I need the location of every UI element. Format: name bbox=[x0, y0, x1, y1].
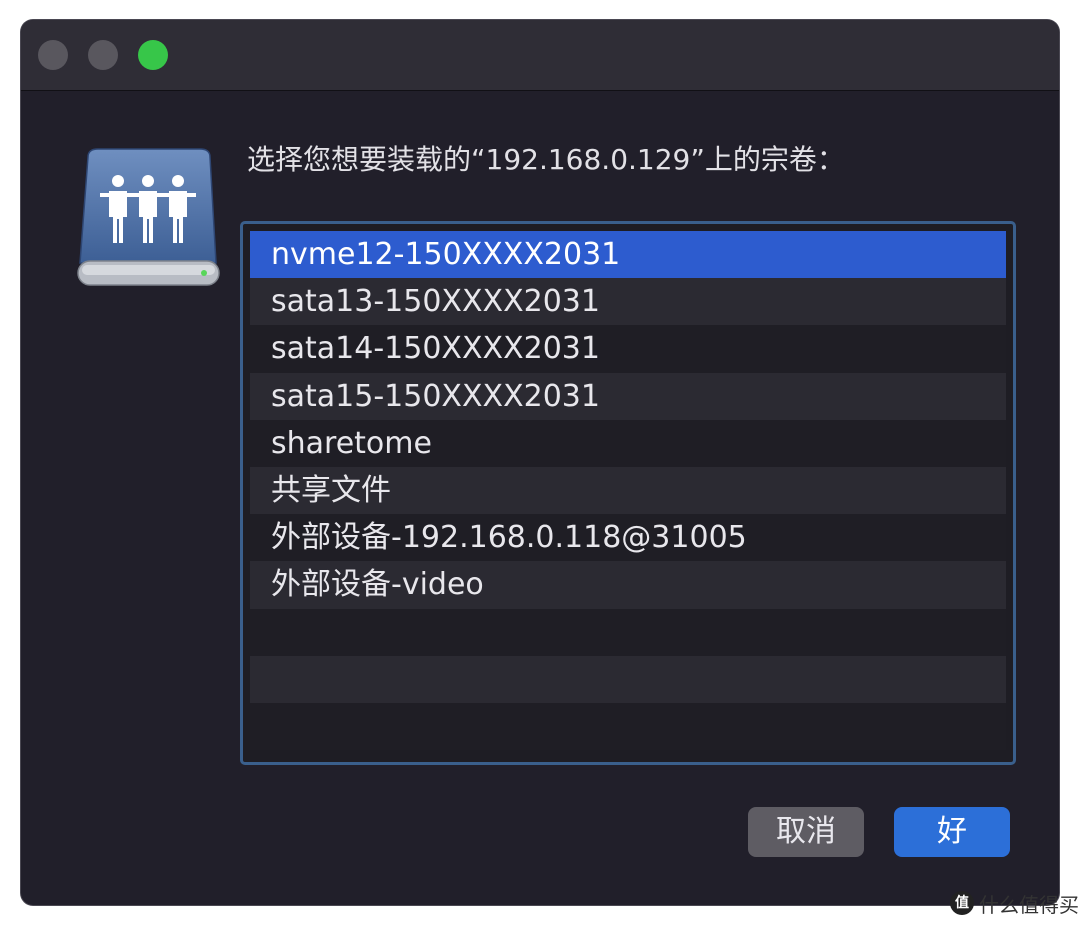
watermark-logo-icon: 值 bbox=[950, 891, 974, 915]
volume-list-empty-row bbox=[250, 608, 1006, 656]
minimize-window-button[interactable] bbox=[88, 40, 118, 70]
volume-list-item[interactable]: sata15-150XXXX2031 bbox=[250, 372, 1006, 420]
volume-list-item[interactable]: 外部设备-video bbox=[250, 561, 1006, 609]
watermark-text: 什么值得买 bbox=[979, 892, 1079, 917]
volume-list-rows: nvme12-150XXXX2031 sata13-150XXXX2031 sata… bbox=[250, 231, 1006, 755]
mount-volume-dialog: 选择您想要装载的“192.168.0.129”上的宗卷： nvme12-150X… bbox=[21, 20, 1059, 905]
volume-list-item[interactable]: sata13-150XXXX2031 bbox=[250, 278, 1006, 326]
network-drive-icon bbox=[77, 148, 220, 286]
volume-list-item[interactable]: 外部设备-192.168.0.118@31005 bbox=[250, 514, 1006, 562]
dialog-prompt: 选择您想要装载的“192.168.0.129”上的宗卷： bbox=[247, 143, 845, 176]
cancel-button[interactable]: 取消 bbox=[748, 807, 864, 857]
volume-list-item[interactable]: sharetome bbox=[250, 419, 1006, 467]
volume-list-item[interactable]: nvme12-150XXXX2031 bbox=[250, 231, 1006, 279]
title-bar[interactable] bbox=[21, 20, 1059, 91]
zoom-window-button[interactable] bbox=[138, 40, 168, 70]
volume-list-empty-row bbox=[250, 655, 1006, 703]
volume-list-empty-row bbox=[250, 702, 1006, 751]
volume-list[interactable]: nvme12-150XXXX2031 sata13-150XXXX2031 sata… bbox=[240, 221, 1016, 765]
volume-list-item[interactable]: sata14-150XXXX2031 bbox=[250, 325, 1006, 373]
ok-button[interactable]: 好 bbox=[894, 807, 1010, 857]
watermark: 值 什么值得买 bbox=[950, 889, 1079, 917]
close-window-button[interactable] bbox=[38, 40, 68, 70]
volume-list-item[interactable]: 共享文件 bbox=[250, 466, 1006, 515]
